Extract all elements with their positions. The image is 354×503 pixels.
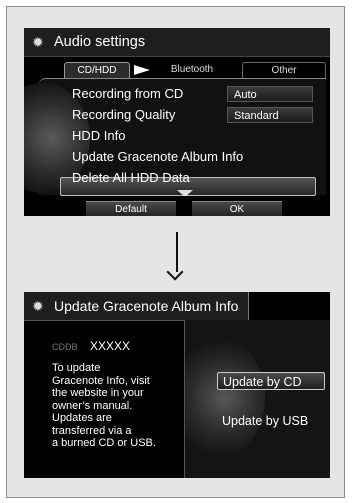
disc-decoration — [185, 338, 265, 458]
tab-arrow-icon — [134, 65, 150, 75]
menu-item-update-gracenote[interactable]: Update Gracenote Album Info — [72, 147, 243, 167]
update-options-panel: Update by CD Update by USB — [184, 320, 330, 478]
update-by-cd-button[interactable]: Update by CD — [217, 372, 325, 390]
recording-quality-value[interactable]: Standard — [227, 107, 313, 123]
tab-bluetooth[interactable]: Bluetooth — [156, 62, 228, 78]
audio-settings-screen: ✹ Audio settings CD/HDD Bluetooth Other … — [24, 28, 330, 216]
screen-title: Update Gracenote Album Info — [54, 298, 239, 314]
softkey-bar: Default OK — [24, 196, 330, 216]
tab-other[interactable]: Other — [242, 62, 326, 78]
recording-from-cd-value[interactable]: Auto — [227, 86, 313, 102]
default-button[interactable]: Default — [86, 201, 176, 216]
screen-title: Audio settings — [54, 34, 146, 50]
menu-item-hdd-info[interactable]: HDD Info — [72, 126, 125, 146]
title-bar: ✹ Audio settings — [24, 28, 330, 57]
menu-item-delete-hdd-data[interactable]: Delete All HDD Data — [72, 168, 190, 188]
update-instructions: To update Gracenote Info, visit the webs… — [52, 362, 156, 449]
update-by-usb-button[interactable]: Update by USB — [217, 412, 325, 430]
ok-button[interactable]: OK — [192, 201, 282, 216]
menu-item-recording-from-cd[interactable]: Recording from CD — [72, 84, 183, 104]
tab-cd-hdd[interactable]: CD/HDD — [64, 62, 130, 78]
cddb-value: XXXXX — [90, 339, 131, 353]
update-gracenote-screen: ✹ Update Gracenote Album Info CDDB XXXXX… — [24, 292, 330, 478]
cddb-label: CDDB — [52, 342, 78, 352]
title-bar: ✹ Update Gracenote Album Info — [24, 292, 249, 321]
menu-item-recording-quality[interactable]: Recording Quality — [72, 105, 175, 125]
tab-bar: CD/HDD Bluetooth Other — [64, 62, 326, 78]
gear-icon: ✹ — [32, 34, 44, 50]
gear-icon: ✹ — [32, 298, 44, 314]
